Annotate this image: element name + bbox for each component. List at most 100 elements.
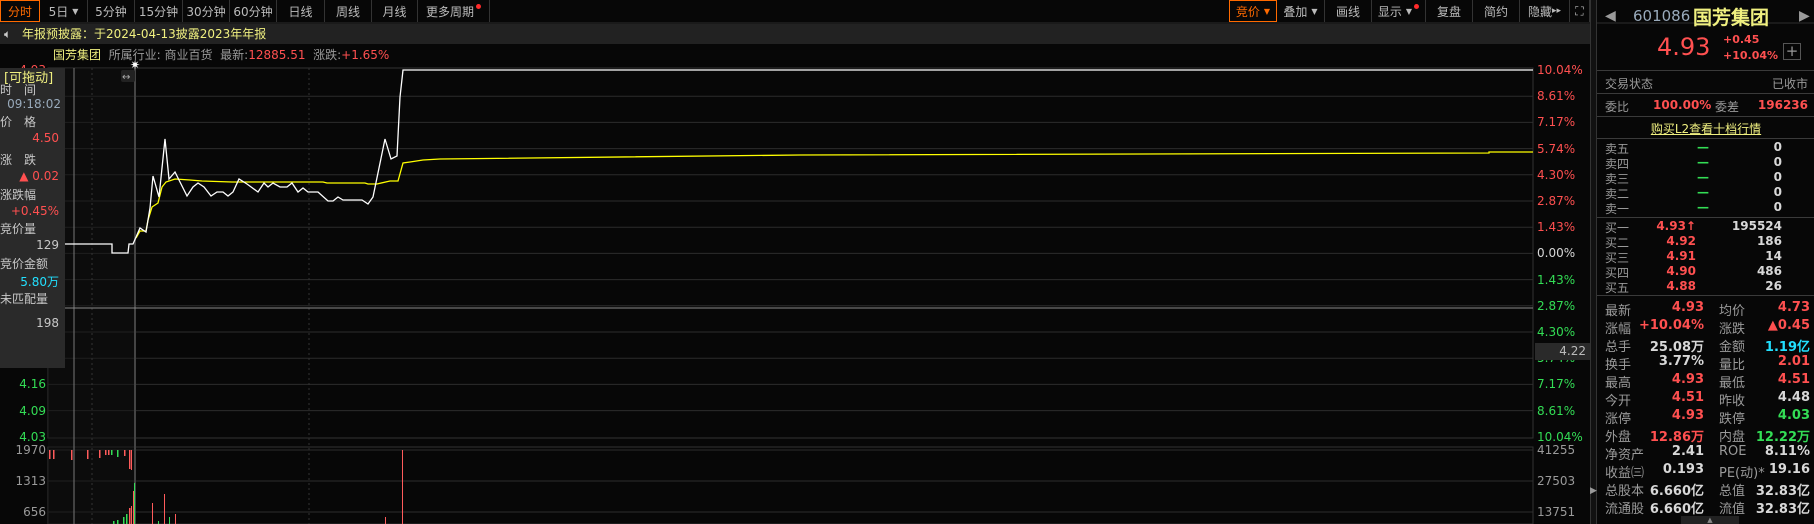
tooltip-change-label: 涨 跌 [0,153,37,167]
volume-bar [164,494,165,524]
pct-axis-label: 1.43% [1537,220,1576,235]
stat-label: 涨幅 [1605,322,1632,337]
bid-price: 4.92 [1666,234,1696,248]
stat-value: 4.51 [1671,390,1704,405]
volume-bar [105,450,107,455]
pct-axis-label: 2.87% [1537,194,1576,208]
stat-label: 内盘 [1719,430,1746,445]
pct-axis-label: 7.17% [1537,115,1576,130]
volume-bar [385,517,386,524]
tooltip-pct-label: 涨跌幅 [0,188,37,202]
price-line [48,69,1533,254]
stock-name-large: 国芳集团 [1693,7,1770,29]
stat-label: 跌停 [1719,412,1746,427]
volume-bar [108,450,110,455]
stock-code: 601086 [1633,7,1691,25]
volume-axis-label-right: 27503 [1537,474,1576,488]
stat-value: 32.83亿 [1755,502,1810,517]
price-axis-label: 4.03 [19,429,46,444]
stat-label: 均价 [1719,304,1746,319]
price-axis-label: 4.16 [19,377,46,392]
ask-price: — [1697,155,1709,169]
volume-bar [131,506,132,524]
tooltip-unmatched-label: 未匹配量 [0,292,49,306]
stat-label: 净资产 [1605,448,1645,463]
stat-label: 涨停 [1605,412,1632,427]
stat-label: 涨跌 [1719,322,1746,337]
tooltip-pct: +0.45% [10,204,59,218]
volume-axis-label: 656 [23,505,46,519]
prev-stock-arrow[interactable]: ◀ [1605,8,1616,24]
tooltip-volume-label: 竞价量 [0,222,37,236]
stat-label: ROE [1719,444,1747,459]
stat-value: 4.48 [1777,390,1810,405]
volume-bar [99,450,101,458]
price-change: +0.45 [1723,33,1760,46]
bid-volume: 14 [1765,249,1782,263]
stat-value: +10.04% [1638,318,1704,333]
ask-volume: 0 [1773,140,1782,154]
stat-label: PE(动)* [1719,466,1765,481]
tooltip-amount: 5.80万 [20,275,59,289]
ask-volume: 0 [1773,155,1782,169]
stat-value: 4.93 [1671,408,1704,423]
ask-price: — [1697,140,1709,154]
pct-axis-label: 7.17% [1537,377,1576,392]
volume-bar [117,520,119,524]
stat-value: 25.08万 [1649,340,1704,355]
buy-l2-link[interactable]: 购买L2查看十档行情 [1597,120,1814,137]
bid-price: 4.93↑ [1656,219,1696,233]
crosshair-tooltip[interactable]: [可拖动] 时 间 09:18:02 价 格 4.50 涨 跌 ▲ 0.02 涨… [0,68,65,368]
last-price: 4.93 [1657,33,1711,61]
stat-label: 最低 [1719,376,1746,391]
tooltip-price-label: 价 格 [0,115,37,129]
stat-value: 4.03 [1777,408,1810,423]
add-watchlist-button[interactable]: + [1783,43,1801,60]
stat-value: 6.660亿 [1649,484,1704,499]
cursor-price-label: 4.22 [1535,343,1590,360]
pct-axis-label: 4.30% [1537,325,1576,339]
tooltip-amount-label: 竞价金额 [0,257,49,271]
intraday-chart[interactable]: ↔ ✷ [0,0,1596,524]
volume-bar [49,450,51,459]
stat-label: 金额 [1719,340,1746,355]
stat-value: 12.86万 [1649,430,1704,445]
pct-axis-label: 5.74% [1537,141,1576,156]
status-label: 交易状态 [1605,77,1654,91]
tooltip-change: ▲ 0.02 [19,169,59,183]
stat-value: 2.41 [1671,444,1704,459]
wc-value: 196236 [1757,98,1808,112]
volume-axis-label: 1313 [15,474,46,488]
volume-bar [169,517,170,524]
volume-bar [126,514,128,524]
stat-label: 流通股 [1605,502,1645,517]
ask-volume: 0 [1773,185,1782,199]
stat-label: 换手 [1605,358,1632,373]
bid-volume: 26 [1765,279,1782,293]
tooltip-time-label: 时 间 [0,83,37,97]
tooltip-unmatched: 198 [36,316,59,330]
price-axis-label: 4.09 [19,403,46,418]
bid-price: 4.88 [1666,279,1696,293]
stat-label: 最新 [1605,304,1632,319]
volume-bar [131,450,132,470]
wc-label: 委差 [1715,100,1740,114]
volume-bar [87,450,89,459]
tooltip-time: 09:18:02 [7,97,61,111]
panel-splitter[interactable] [1590,0,1596,524]
stat-value: 4.93 [1671,372,1704,387]
stat-value: ▲0.45 [1767,318,1810,333]
wb-label: 委比 [1605,100,1630,114]
expand-panel-button[interactable]: ▲ [1681,516,1739,524]
collapse-panel-arrow[interactable]: ▶ [1590,486,1597,496]
bid-level-label: 买五 [1605,281,1630,295]
bid-price: 4.90 [1666,264,1696,278]
svg-text:↔: ↔ [122,72,130,83]
volume-bar [134,483,135,524]
tooltip-price: 4.50 [32,131,59,145]
next-stock-arrow[interactable]: ▶ [1799,8,1810,24]
stat-value: 4.73 [1777,300,1810,315]
wb-value: 100.00% [1653,98,1712,112]
stat-value: 4.93 [1671,300,1704,315]
volume-axis-label-right: 13751 [1537,505,1576,519]
